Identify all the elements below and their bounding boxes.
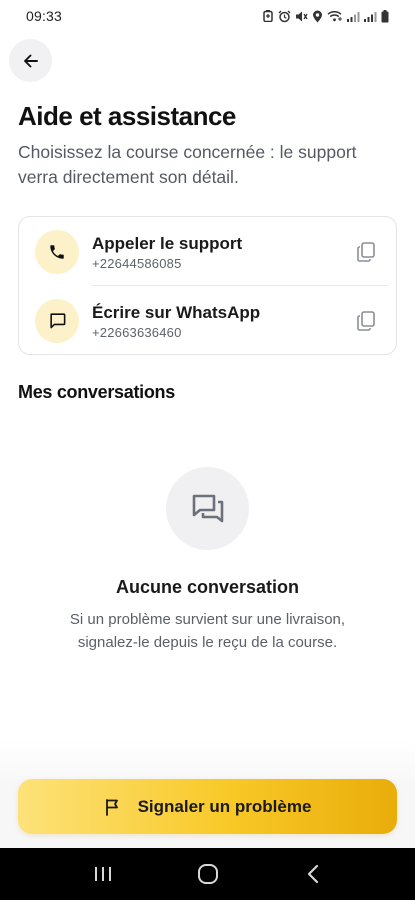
chat-bubbles-icon: [192, 494, 223, 522]
message-icon-badge: [35, 298, 79, 343]
system-back-button[interactable]: [283, 854, 343, 894]
contact-label: Appeler le support: [92, 233, 243, 253]
signal-icon: [364, 11, 377, 22]
copy-icon: [357, 310, 375, 331]
contact-text-call: Appeler le support +22644586085: [92, 233, 242, 271]
system-nav-bar: [0, 848, 415, 900]
recents-icon: [94, 867, 111, 881]
back-icon: [307, 864, 318, 884]
wifi-icon: [327, 11, 342, 22]
copy-button-call[interactable]: [354, 240, 378, 264]
empty-state-description: Si un problème survient sur une livraiso…: [69, 611, 346, 651]
alarm-icon: [278, 10, 291, 22]
empty-state-icon-badge: [166, 467, 249, 550]
contact-number: +22644586085: [92, 255, 182, 271]
mute-icon: [296, 11, 308, 21]
battery-icon: [381, 9, 389, 22]
signal-icon: [347, 11, 360, 22]
copy-button-whatsapp[interactable]: [354, 309, 378, 333]
report-problem-button[interactable]: Signaler un problème: [18, 779, 397, 834]
back-button[interactable]: [9, 39, 52, 82]
contact-row-whatsapp[interactable]: Écrire sur WhatsApp +22663636460: [19, 286, 396, 355]
recents-button[interactable]: [73, 854, 133, 894]
location-icon: [313, 10, 322, 22]
empty-state-title: Aucune conversation: [115, 577, 300, 597]
battery-saver-icon: [263, 10, 273, 22]
phone-icon: [50, 244, 64, 259]
status-icons: [262, 9, 389, 23]
contact-label: Écrire sur WhatsApp: [92, 302, 261, 322]
phone-icon-badge: [35, 229, 79, 274]
status-bar: 09:33: [0, 0, 415, 32]
copy-icon: [357, 241, 375, 262]
page-subtitle: Choisissez la course concernée : le supp…: [18, 142, 357, 187]
contact-card: Appeler le support +22644586085 Écrire s…: [18, 216, 397, 355]
flag-icon: [105, 798, 118, 816]
arrow-left-icon: [23, 54, 38, 67]
home-icon: [197, 864, 218, 884]
status-time: 09:33: [26, 8, 63, 24]
section-title-conversations: Mes conversations: [18, 382, 175, 402]
contact-number: +22663636460: [92, 324, 182, 340]
contact-row-call[interactable]: Appeler le support +22644586085: [19, 217, 396, 286]
home-button[interactable]: [178, 854, 238, 894]
page-title: Aide et assistance: [18, 101, 236, 131]
report-problem-label: Signaler un problème: [137, 796, 312, 816]
message-icon: [49, 313, 65, 329]
contact-text-whatsapp: Écrire sur WhatsApp +22663636460: [92, 302, 260, 340]
